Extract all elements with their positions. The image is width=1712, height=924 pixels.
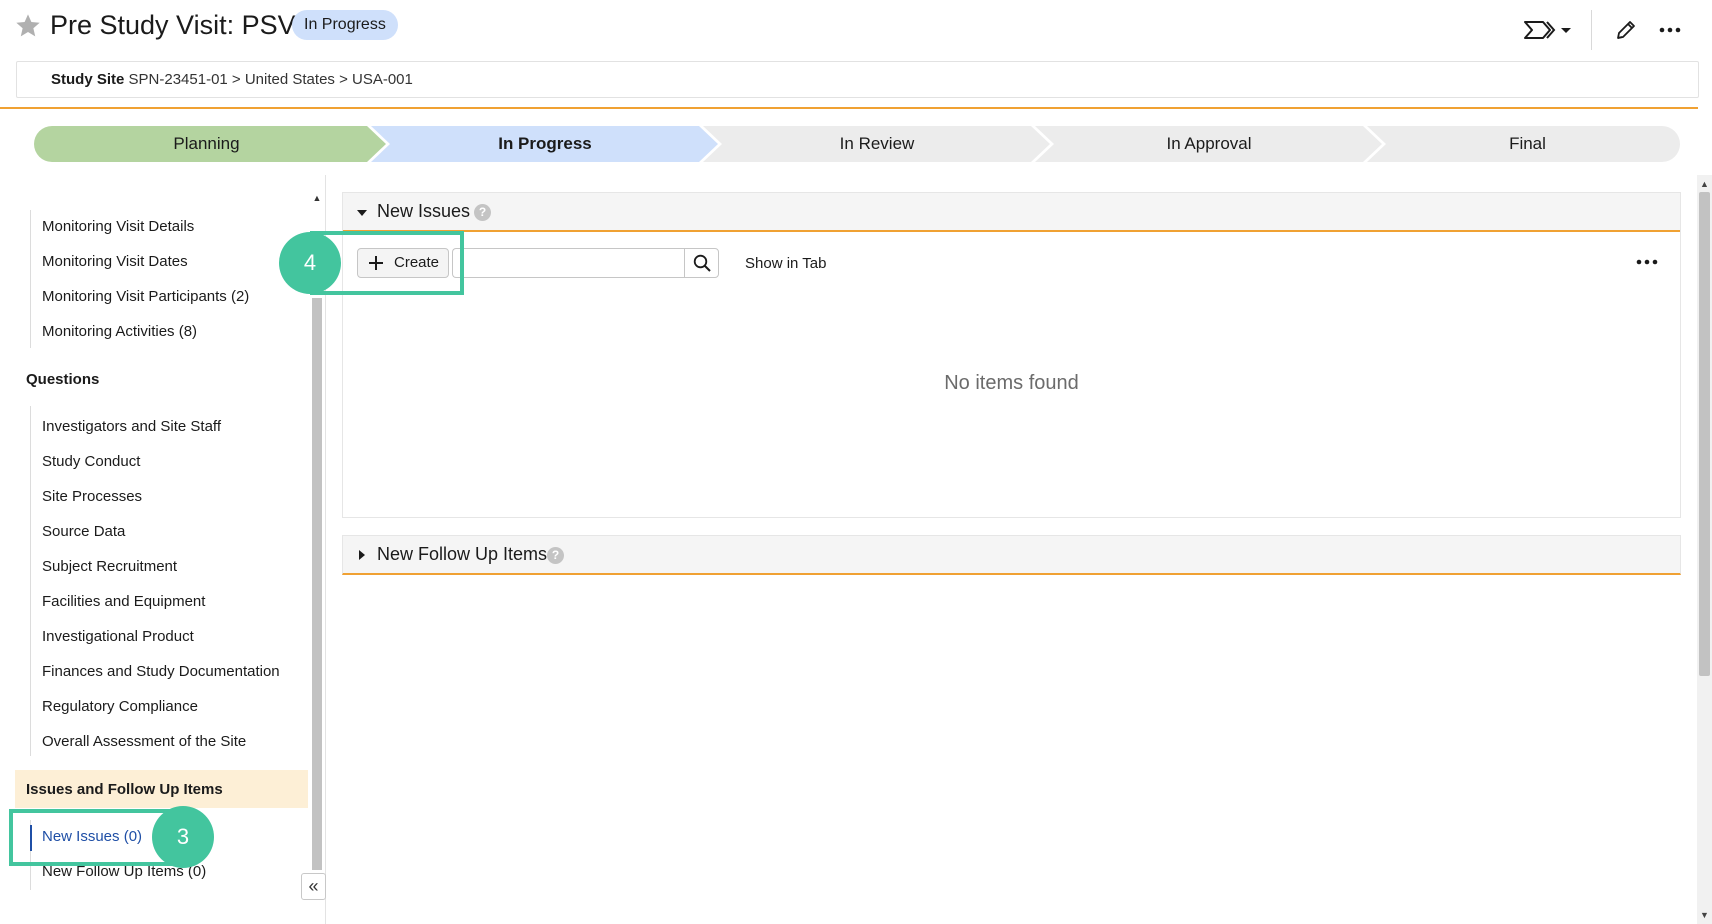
section-more-button[interactable] [1636,250,1664,274]
breadcrumb-label: Study Site [51,71,125,88]
star-icon[interactable] [14,12,42,40]
nav-item-finances[interactable]: Finances and Study Documentation [42,663,280,680]
collapse-nav-button[interactable]: « [301,873,326,900]
show-in-tab-link[interactable]: Show in Tab [745,255,826,272]
main-scrollbar-thumb[interactable] [1699,192,1710,676]
caret-right-icon[interactable] [355,548,369,562]
nav-item-visit-details[interactable]: Monitoring Visit Details [42,218,194,235]
record-header: Pre Study Visit: PSV In Progress [0,0,1712,60]
status-badge: In Progress [292,10,398,40]
nav-group-line [30,210,31,348]
header-divider-line [0,107,1698,109]
more-dots-icon [1636,259,1658,265]
help-icon[interactable]: ? [547,547,564,564]
new-issues-title: New Issues [377,201,471,221]
breadcrumb-path[interactable]: SPN-23451-01 > United States > USA-001 [129,71,413,88]
more-dots-icon [1659,27,1681,33]
scroll-up-arrow[interactable]: ▲ [1697,177,1712,191]
scroll-down-arrow[interactable]: ▼ [1697,908,1712,922]
stage-in-approval[interactable]: In Approval [1043,126,1375,162]
chevron-path-icon [1524,21,1571,39]
stage-in-review[interactable]: In Review [711,126,1043,162]
new-issues-section: New Issues ? [342,192,1681,518]
nav-scroll-up-arrow[interactable]: ▲ [311,193,323,203]
search-button[interactable] [684,248,719,278]
nav-heading-questions[interactable]: Questions [26,371,99,388]
nav-heading-issues[interactable]: Issues and Follow Up Items [26,781,223,798]
stage-planning[interactable]: Planning [34,126,379,162]
search-input[interactable] [452,248,684,278]
nav-item-activities[interactable]: Monitoring Activities (8) [42,323,197,340]
edit-button[interactable] [1604,10,1648,50]
new-issues-header[interactable]: New Issues ? [343,193,1680,232]
nav-item-study-conduct[interactable]: Study Conduct [42,453,140,470]
lifecycle-stage-path: Planning In Progress In Review In Approv… [34,126,1680,162]
nav-item-investigators[interactable]: Investigators and Site Staff [42,418,221,435]
nav-item-participants[interactable]: Monitoring Visit Participants (2) [42,288,249,305]
follow-up-title: New Follow Up Items [377,544,548,564]
caret-down-icon[interactable] [355,206,369,220]
help-icon[interactable]: ? [474,204,491,221]
follow-up-section-header[interactable]: New Follow Up Items ? [342,535,1681,575]
more-actions-button[interactable] [1648,10,1692,50]
nav-item-overall-assessment[interactable]: Overall Assessment of the Site [42,733,246,750]
nav-item-visit-dates[interactable]: Monitoring Visit Dates [42,253,188,270]
header-actions [1515,10,1712,50]
page-title: Pre Study Visit: PSV [50,10,296,40]
pencil-icon [1617,21,1635,39]
nav-group-line [30,406,31,756]
breadcrumb: Study Site SPN-23451-01 > United States … [16,61,1699,98]
nav-item-site-processes[interactable]: Site Processes [42,488,142,505]
lifecycle-path-button[interactable] [1515,10,1579,50]
stage-final[interactable]: Final [1375,126,1680,162]
callout-step-create: 4 [279,232,341,294]
header-divider [1591,10,1592,50]
callout-step-nav: 3 [152,806,214,868]
nav-item-regulatory[interactable]: Regulatory Compliance [42,698,198,715]
nav-item-facilities[interactable]: Facilities and Equipment [42,593,205,610]
nav-item-subject-recruitment[interactable]: Subject Recruitment [42,558,177,575]
search-icon [693,254,711,272]
empty-state-message: No items found [944,372,1079,394]
nav-item-source-data[interactable]: Source Data [42,523,125,540]
nav-item-investigational-product[interactable]: Investigational Product [42,628,194,645]
nav-scrollbar-thumb[interactable] [312,298,322,870]
stage-in-progress[interactable]: In Progress [379,126,711,162]
